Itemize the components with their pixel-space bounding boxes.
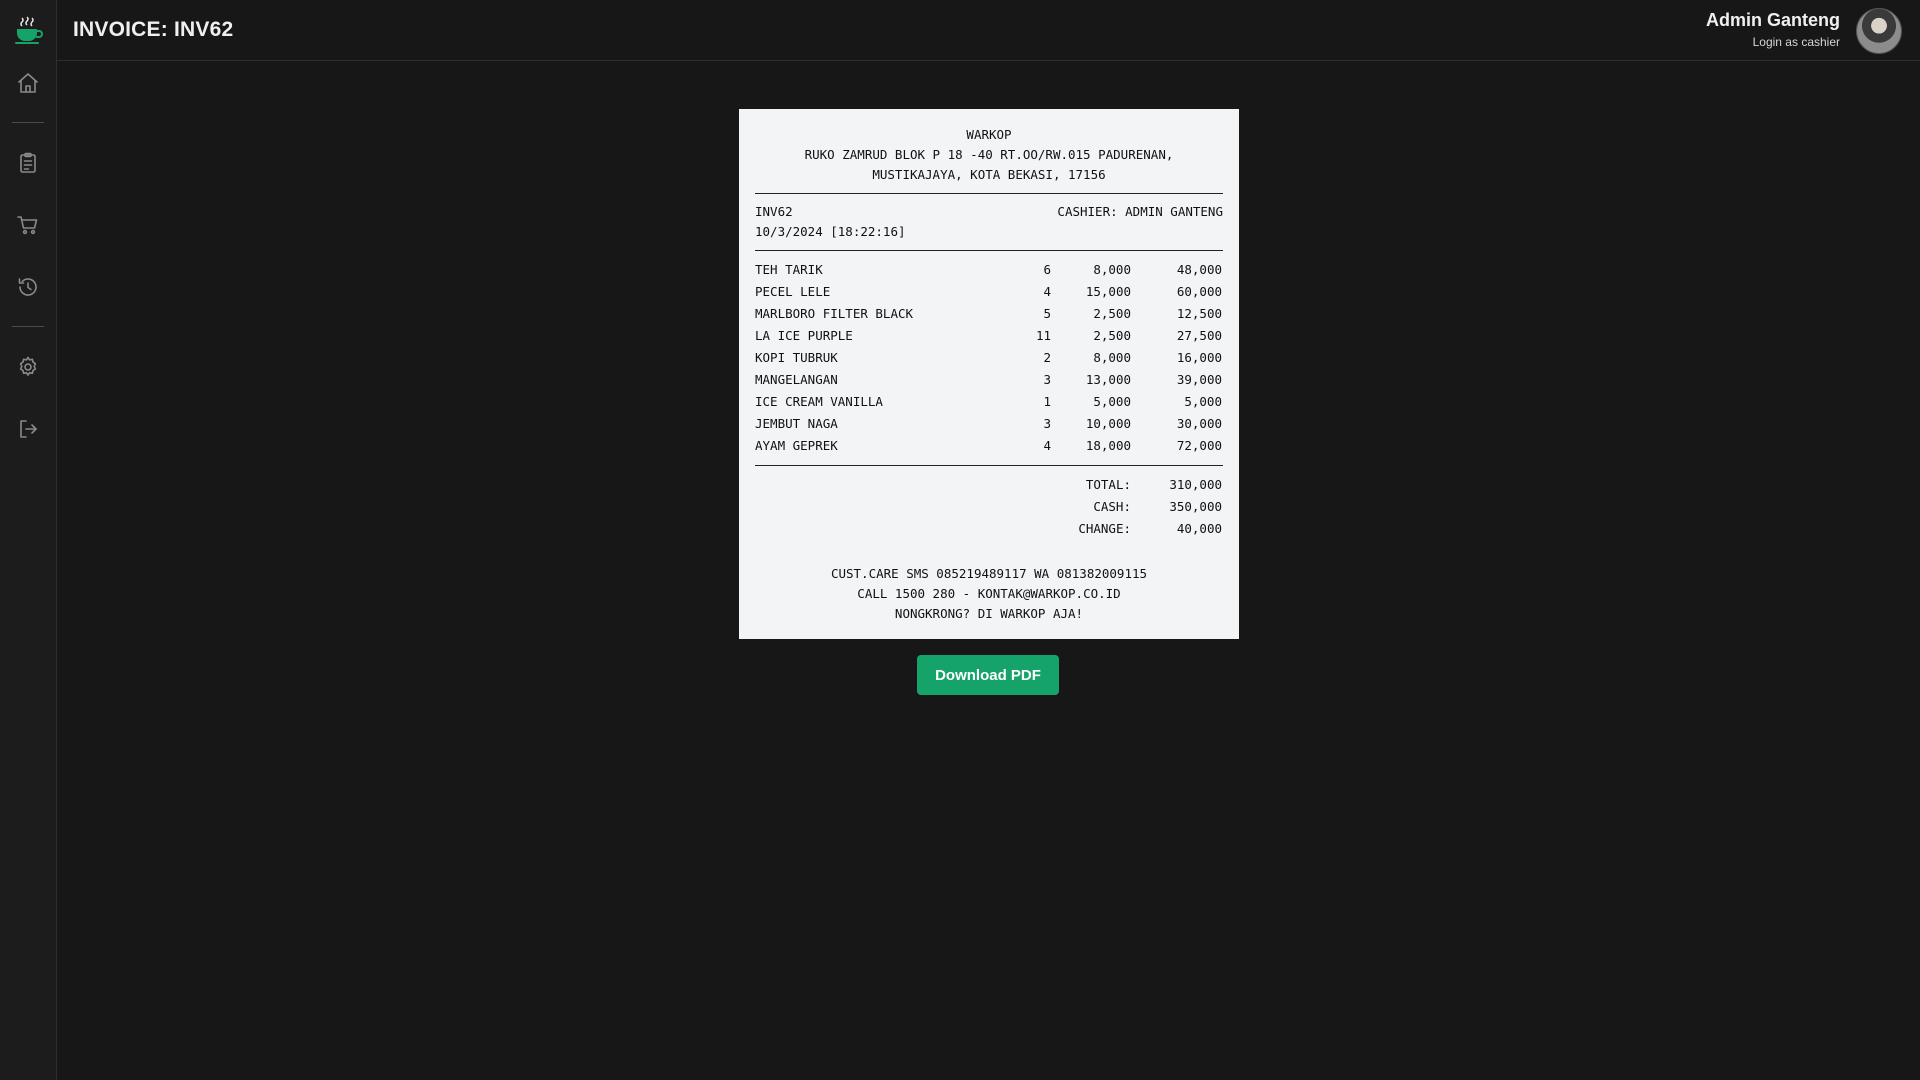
item-name: PECEL LELE <box>755 284 831 299</box>
cashier-name: CASHIER: ADMIN GANTENG <box>1057 204 1223 219</box>
coffee-cup-logo-icon[interactable] <box>12 14 44 46</box>
item-name: TEH TARIK <box>755 262 823 277</box>
item-qty: 1 <box>1043 394 1051 409</box>
receipt-footer: CUST.CARE SMS 085219489117 WA 0813820091… <box>755 564 1223 624</box>
download-pdf-button[interactable]: Download PDF <box>917 655 1059 695</box>
list-item: MARLBORO FILTER BLACK 5 2,500 12,500 <box>755 303 1223 325</box>
item-price: 8,000 <box>1093 350 1131 365</box>
item-price: 18,000 <box>1085 438 1131 453</box>
item-list: TEH TARIK 6 8,000 48,000 PECEL LELE 4 15… <box>755 259 1223 457</box>
item-qty: 4 <box>1043 438 1051 453</box>
item-price: 15,000 <box>1085 284 1131 299</box>
invoice-info-row: INV62 CASHIER: ADMIN GANTENG <box>755 202 1223 222</box>
history-icon[interactable] <box>16 275 40 299</box>
item-name: ICE CREAM VANILLA <box>755 394 883 409</box>
gear-icon[interactable] <box>16 355 40 379</box>
page-title: INVOICE: INV62 <box>73 18 234 41</box>
list-item: ICE CREAM VANILLA 1 5,000 5,000 <box>755 391 1223 413</box>
divider <box>755 193 1223 194</box>
store-address-line2: MUSTIKAJAYA, KOTA BEKASI, 17156 <box>872 167 1106 182</box>
list-item: KOPI TUBRUK 2 8,000 16,000 <box>755 347 1223 369</box>
user-name: Admin Ganteng <box>1706 10 1840 30</box>
invoice-number: INV62 <box>755 204 793 219</box>
store-name: WARKOP <box>966 127 1012 142</box>
item-total: 72,000 <box>1176 438 1222 453</box>
item-name: JEMBUT NAGA <box>755 416 838 431</box>
divider <box>755 250 1223 251</box>
list-item: LA ICE PURPLE 11 2,500 27,500 <box>755 325 1223 347</box>
list-item: JEMBUT NAGA 3 10,000 30,000 <box>755 413 1223 435</box>
item-total: 39,000 <box>1176 372 1222 387</box>
cart-icon[interactable] <box>16 213 40 237</box>
sidebar-divider <box>12 326 44 327</box>
change-value: 40,000 <box>1176 521 1222 536</box>
total-label: TOTAL: <box>1085 477 1131 492</box>
cash-value: 350,000 <box>1169 499 1222 514</box>
cash-label: CASH: <box>1093 499 1131 514</box>
change-label: CHANGE: <box>1078 521 1131 536</box>
user-role: Login as cashier <box>1752 35 1840 49</box>
item-qty: 4 <box>1043 284 1051 299</box>
item-qty: 3 <box>1043 372 1051 387</box>
item-price: 5,000 <box>1093 394 1131 409</box>
item-price: 8,000 <box>1093 262 1131 277</box>
item-name: LA ICE PURPLE <box>755 328 853 343</box>
item-total: 48,000 <box>1176 262 1222 277</box>
item-price: 10,000 <box>1085 416 1131 431</box>
total-row: TOTAL: 310,000 <box>755 474 1223 496</box>
footer-line2: CALL 1500 280 - KONTAK@WARKOP.CO.ID <box>857 586 1121 601</box>
item-total: 30,000 <box>1176 416 1222 431</box>
list-item: TEH TARIK 6 8,000 48,000 <box>755 259 1223 281</box>
item-total: 27,500 <box>1176 328 1222 343</box>
footer-line1: CUST.CARE SMS 085219489117 WA 0813820091… <box>830 566 1148 581</box>
footer-line3: NONGKRONG? DI WARKOP AJA! <box>894 606 1084 621</box>
avatar[interactable] <box>1856 8 1902 54</box>
item-qty: 11 <box>1035 328 1051 343</box>
clipboard-icon[interactable] <box>16 151 40 175</box>
item-total: 12,500 <box>1176 306 1222 321</box>
topbar: INVOICE: INV62 Admin Ganteng Login as ca… <box>57 0 1920 61</box>
receipt: WARKOP RUKO ZAMRUD BLOK P 18 -40 RT.OO/R… <box>739 109 1239 639</box>
item-qty: 6 <box>1043 262 1051 277</box>
item-name: KOPI TUBRUK <box>755 350 838 365</box>
item-total: 16,000 <box>1176 350 1222 365</box>
item-price: 13,000 <box>1085 372 1131 387</box>
item-qty: 2 <box>1043 350 1051 365</box>
item-price: 2,500 <box>1093 306 1131 321</box>
invoice-datetime: 10/3/2024 [18:22:16] <box>755 224 906 239</box>
list-item: PECEL LELE 4 15,000 60,000 <box>755 281 1223 303</box>
item-total: 60,000 <box>1176 284 1222 299</box>
total-value: 310,000 <box>1169 477 1222 492</box>
item-name: MARLBORO FILTER BLACK <box>755 306 914 321</box>
list-item: AYAM GEPREK 4 18,000 72,000 <box>755 435 1223 457</box>
item-name: MANGELANGAN <box>755 372 838 387</box>
item-name: AYAM GEPREK <box>755 438 838 453</box>
item-total: 5,000 <box>1184 394 1222 409</box>
sidebar-divider <box>12 122 44 123</box>
list-item: MANGELANGAN 3 13,000 39,000 <box>755 369 1223 391</box>
home-icon[interactable] <box>16 71 40 95</box>
store-address-line1: RUKO ZAMRUD BLOK P 18 -40 RT.OO/RW.015 P… <box>804 147 1174 162</box>
item-qty: 5 <box>1043 306 1051 321</box>
totals: TOTAL: 310,000 CASH: 350,000 CHANGE: 40,… <box>755 474 1223 540</box>
item-qty: 3 <box>1043 416 1051 431</box>
item-price: 2,500 <box>1093 328 1131 343</box>
logout-icon[interactable] <box>16 417 40 441</box>
cash-row: CASH: 350,000 <box>755 496 1223 518</box>
divider <box>755 465 1223 466</box>
sidebar <box>0 0 57 1080</box>
change-row: CHANGE: 40,000 <box>755 518 1223 540</box>
